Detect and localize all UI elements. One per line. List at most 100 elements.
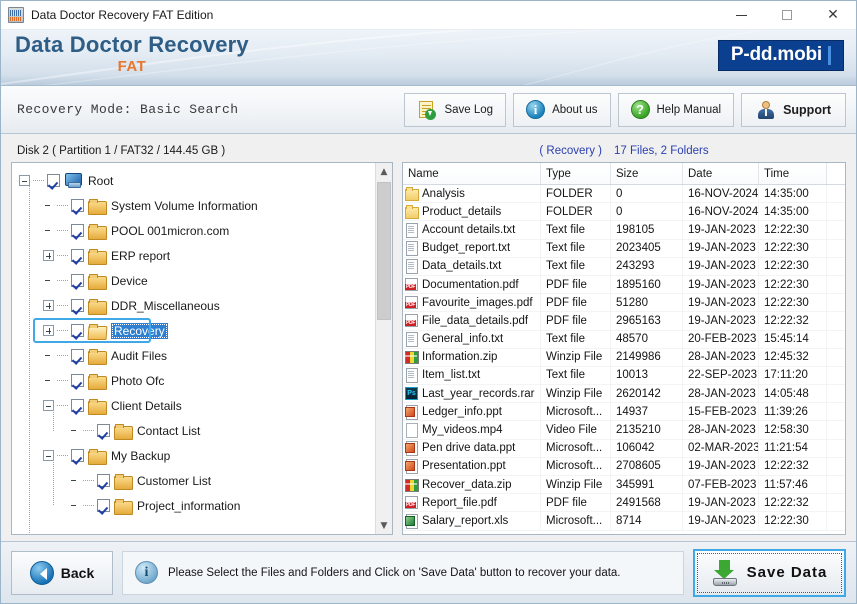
save-log-button[interactable]: Save Log [404, 92, 507, 127]
tree-item-root[interactable]: Root [19, 168, 375, 193]
tree-item-checkbox[interactable] [71, 224, 84, 237]
file-list-row[interactable]: Ledger_info.ppt Microsoft... 14937 15-FEB-2… [403, 403, 845, 422]
file-list: Name Type Size Date Time Analysis FOLDER 0 16-N… [403, 163, 845, 534]
tree-item-project-information[interactable]: Project_information [19, 493, 375, 518]
column-header-size[interactable]: Size [611, 163, 683, 184]
help-manual-label: Help Manual [656, 103, 722, 116]
toolbar: Recovery Mode: Basic Search Save Log i A… [1, 86, 856, 134]
cell-date: 07-FEB-2023 [683, 476, 759, 494]
about-us-button[interactable]: i About us [513, 92, 611, 127]
tree-item-checkbox[interactable] [71, 374, 84, 387]
about-us-label: About us [552, 103, 598, 116]
folder-icon [114, 498, 133, 515]
file-list-row[interactable]: Pen drive data.ppt Microsoft... 106042 02-M… [403, 439, 845, 458]
file-name: Ledger_info.ppt [422, 405, 502, 418]
txt-icon [405, 222, 418, 238]
tree-item-checkbox[interactable] [47, 174, 60, 187]
column-header-type[interactable]: Type [541, 163, 611, 184]
tree-item-ddr-miscellaneous[interactable]: DDR_Miscellaneous [19, 293, 375, 318]
expand-plus-icon[interactable] [43, 325, 54, 336]
file-list-row[interactable]: Information.zip Winzip File 2149986 28-JAN-… [403, 348, 845, 367]
file-list-row[interactable]: Presentation.ppt Microsoft... 2708605 19-JA… [403, 457, 845, 476]
tree-item-label: Customer List [137, 473, 212, 488]
file-name: Favourite_images.pdf [422, 296, 533, 309]
window-controls: ✕ [718, 1, 856, 30]
tree-item-label: Client Details [111, 398, 182, 413]
file-list-row[interactable]: My_videos.mp4 Video File 2135210 28-JAN-202… [403, 421, 845, 440]
chevron-down-icon[interactable]: ▼ [376, 517, 392, 534]
folder-tree[interactable]: Root System Volume Information POOL 001mic… [12, 163, 375, 534]
disk-label: Disk 2 ( Partition 1 / FAT32 / 144.45 GB… [17, 145, 226, 157]
tree-item-checkbox[interactable] [71, 324, 84, 337]
expand-plus-icon[interactable] [43, 250, 54, 261]
tree-item-system-volume-information[interactable]: System Volume Information [19, 193, 375, 218]
tree-item-my-backup[interactable]: My Backup [19, 443, 375, 468]
scrollbar-thumb[interactable] [377, 182, 391, 320]
cell-date: 15-FEB-2023 [683, 403, 759, 421]
tree-item-checkbox[interactable] [71, 274, 84, 287]
tree-item-erp-report[interactable]: ERP report [19, 243, 375, 268]
support-button[interactable]: Support [741, 92, 846, 127]
tree-item-checkbox[interactable] [71, 349, 84, 362]
txt-icon [405, 368, 418, 384]
brand-title: Data Doctor Recovery [15, 32, 249, 57]
tree-scrollbar[interactable]: ▲ ▼ [375, 163, 392, 534]
maximize-button[interactable] [764, 1, 810, 30]
file-list-row[interactable]: Recover_data.zip Winzip File 345991 07-FEB-… [403, 476, 845, 495]
tree-item-client-details[interactable]: Client Details [19, 393, 375, 418]
column-header-name[interactable]: Name [403, 163, 541, 184]
tree-item-contact-list[interactable]: Contact List [19, 418, 375, 443]
column-header-date[interactable]: Date [683, 163, 759, 184]
file-list-row[interactable]: Item_list.txt Text file 10013 22-SEP-2023 17… [403, 366, 845, 386]
file-list-row[interactable]: Report_file.pdf PDF file249156819-JAN-202… [403, 494, 845, 513]
file-list-row[interactable]: Favourite_images.pdf PDF file5128019-JAN-… [403, 294, 845, 313]
cell-date: 28-JAN-2023 [683, 421, 759, 439]
cell-time: 17:11:20 [759, 366, 827, 385]
tree-item-checkbox[interactable] [97, 474, 110, 487]
chevron-up-icon[interactable]: ▲ [376, 163, 392, 180]
cell-name: Product_details [403, 203, 541, 221]
file-list-row[interactable]: Product_details FOLDER 0 16-NOV-2024 14:35:0… [403, 203, 845, 222]
cell-name: Recover_data.zip [403, 476, 541, 494]
tree-connector [33, 180, 45, 181]
tree-item-checkbox[interactable] [71, 449, 84, 462]
minimize-button[interactable] [718, 1, 764, 30]
tree-item-checkbox[interactable] [71, 249, 84, 262]
cell-date: 28-JAN-2023 [683, 385, 759, 403]
status-text: Please Select the Files and Folders and … [168, 566, 621, 579]
close-button[interactable]: ✕ [810, 1, 856, 30]
file-list-row[interactable]: Salary_report.xls Microsoft... 8714 19-JAN-… [403, 512, 845, 531]
tree-item-audit-files[interactable]: Audit Files [19, 343, 375, 368]
file-list-row[interactable]: Ps Last_year_records.rar Winzip File 262014… [403, 385, 845, 404]
cell-time: 12:22:30 [759, 221, 827, 239]
collapse-minus-icon[interactable] [19, 175, 30, 186]
expand-plus-icon[interactable] [43, 300, 54, 311]
column-header-time[interactable]: Time [759, 163, 827, 184]
save-data-label: Save Data [746, 564, 828, 581]
tree-item-label: Device [111, 273, 148, 288]
tree-item-checkbox[interactable] [71, 299, 84, 312]
file-list-row[interactable]: Documentation.pdf PDF file189516019-JAN-2… [403, 275, 845, 295]
file-list-row[interactable]: Analysis FOLDER 0 16-NOV-2024 14:35:00 [403, 185, 845, 204]
tree-item-photo-ofc[interactable]: Photo Ofc [19, 368, 375, 393]
file-list-rows[interactable]: Analysis FOLDER 0 16-NOV-2024 14:35:00 Produc… [403, 185, 845, 534]
brand-logo[interactable]: P-dd.mobi [717, 40, 844, 71]
tree-item-recovery[interactable]: Recovery [19, 318, 375, 343]
tree-item-checkbox[interactable] [71, 399, 84, 412]
back-button[interactable]: Back [11, 550, 113, 595]
file-list-row[interactable]: Budget_report.txt Text file 2023405 19-JAN-… [403, 239, 845, 258]
folder-icon [114, 423, 133, 440]
tree-item-checkbox[interactable] [71, 199, 84, 212]
ppt-icon [405, 459, 418, 475]
file-list-row[interactable]: File_data_details.pdf PDF file296516319-J… [403, 312, 845, 331]
tree-item-device[interactable]: Device [19, 268, 375, 293]
tree-item-checkbox[interactable] [97, 499, 110, 512]
tree-item-customer-list[interactable]: Customer List [19, 468, 375, 493]
file-list-row[interactable]: Account details.txt Text file 198105 19-JAN… [403, 221, 845, 240]
save-data-button[interactable]: Save Data [693, 548, 846, 597]
help-manual-button[interactable]: ? Help Manual [617, 92, 735, 127]
tree-item-checkbox[interactable] [97, 424, 110, 437]
file-list-row[interactable]: Data_details.txt Text file 243293 19-JAN-20… [403, 257, 845, 276]
file-list-row[interactable]: General_info.txt Text file 48570 20-FEB-202… [403, 330, 845, 349]
tree-item-pool-001micron-com[interactable]: POOL 001micron.com [19, 218, 375, 243]
